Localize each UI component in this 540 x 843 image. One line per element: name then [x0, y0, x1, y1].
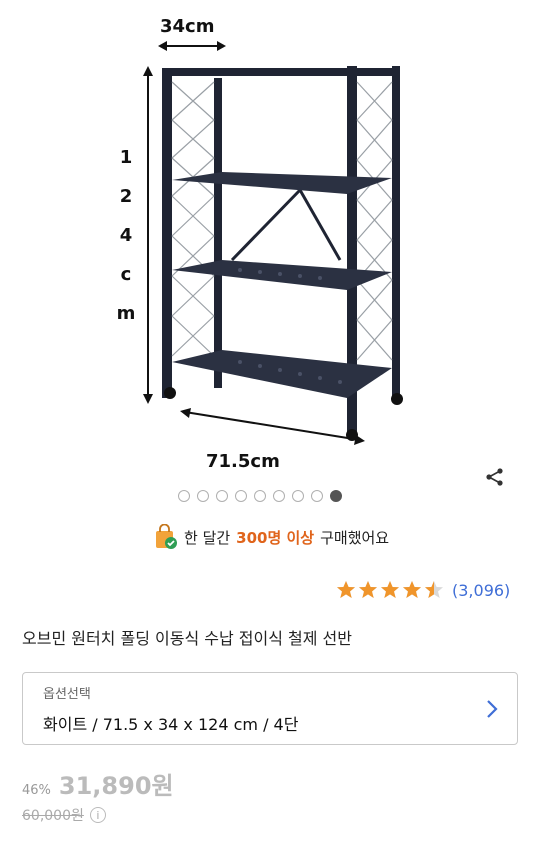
sale-price: 31,890원: [58, 772, 174, 800]
dimension-height-label: 1 2 4 c m: [112, 138, 140, 333]
rating-summary[interactable]: (3,096): [336, 580, 510, 600]
carousel-dot[interactable]: [216, 490, 228, 502]
original-price-row: 60,000원 i: [22, 805, 106, 825]
star-icon: [425, 581, 443, 598]
carousel-dot[interactable]: [178, 490, 190, 502]
info-icon[interactable]: i: [89, 807, 106, 823]
price-row: 46% 31,890원: [22, 766, 174, 801]
review-count-link[interactable]: (3,096): [452, 581, 510, 600]
star-icon: [381, 581, 399, 598]
option-select-label: 옵션선택: [43, 687, 91, 702]
carousel-dot[interactable]: [197, 490, 209, 502]
buyers-notice: 한 달간 300명 이상 구매했어요: [154, 523, 389, 551]
share-icon[interactable]: [484, 466, 506, 488]
buyers-notice-highlight: 300명 이상: [236, 528, 315, 547]
dimension-height-char: m: [116, 303, 136, 324]
discount-rate: 46%: [22, 783, 51, 798]
option-select[interactable]: 옵션선택 화이트 / 71.5 x 34 x 124 cm / 4단: [22, 672, 518, 745]
dimension-length-label: 71.5cm: [206, 451, 280, 472]
dimension-height-char: 2: [119, 186, 133, 207]
option-select-value: 화이트 / 71.5 x 34 x 124 cm / 4단: [43, 715, 299, 734]
carousel-dot[interactable]: [273, 490, 285, 502]
carousel-indicator: [178, 490, 342, 504]
shelf-illustration: [143, 41, 403, 445]
dimension-height-char: 1: [119, 147, 133, 168]
dimension-height-char: 4: [119, 225, 133, 246]
carousel-dot[interactable]: [254, 490, 266, 502]
star-icon: [403, 581, 421, 598]
dimension-width-label: 34cm: [160, 16, 215, 37]
carousel-dot[interactable]: [330, 490, 342, 502]
rating-stars: [336, 580, 444, 600]
buyers-notice-suffix: 구매했어요: [320, 528, 390, 547]
shopping-bag-icon: [154, 523, 178, 550]
buyers-notice-prefix: 한 달간: [184, 528, 231, 547]
original-price: 60,000원: [22, 808, 84, 824]
carousel-dot[interactable]: [235, 490, 247, 502]
star-icon: [359, 581, 377, 598]
carousel-dot[interactable]: [311, 490, 323, 502]
chevron-right-icon: [487, 700, 498, 718]
dimension-height-char: c: [120, 264, 132, 285]
product-title: 오브민 원터치 폴딩 이동식 수납 접이식 철제 선반: [22, 629, 353, 648]
carousel-dot[interactable]: [292, 490, 304, 502]
product-image-gallery[interactable]: 34cm 71.5cm 1 2 4 c m: [0, 0, 540, 480]
star-icon: [337, 581, 355, 598]
